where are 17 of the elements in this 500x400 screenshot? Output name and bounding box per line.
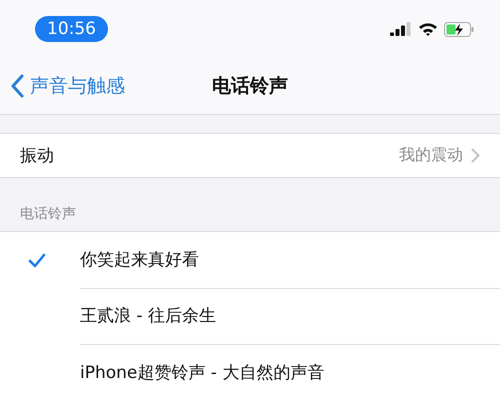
ringtone-item[interactable]: 王贰浪 - 往后余生 [0,288,500,344]
vibration-label: 振动 [20,144,54,167]
chevron-right-icon [471,148,480,163]
chevron-left-icon [10,74,24,98]
vibration-value: 我的震动 [399,144,463,166]
wifi-icon [418,22,438,36]
page-title: 电话铃声 [212,74,288,99]
ringtone-item[interactable]: 你笑起来真好看 [0,232,500,288]
status-time: 10:56 [35,16,108,42]
ringtone-label: iPhone超赞铃声 - 大自然的声音 [80,362,324,384]
ringtone-label: 你笑起来真好看 [80,249,199,271]
section-header: 电话铃声 [19,205,77,224]
ringtone-item[interactable]: iPhone超赞铃声 - 大自然的声音 [0,344,500,400]
ringtone-label: 王贰浪 - 往后余生 [80,305,216,327]
signal-icon [390,22,412,36]
back-button[interactable]: 声音与触感 [10,73,125,99]
vibration-row[interactable]: 振动 我的震动 [0,133,500,178]
